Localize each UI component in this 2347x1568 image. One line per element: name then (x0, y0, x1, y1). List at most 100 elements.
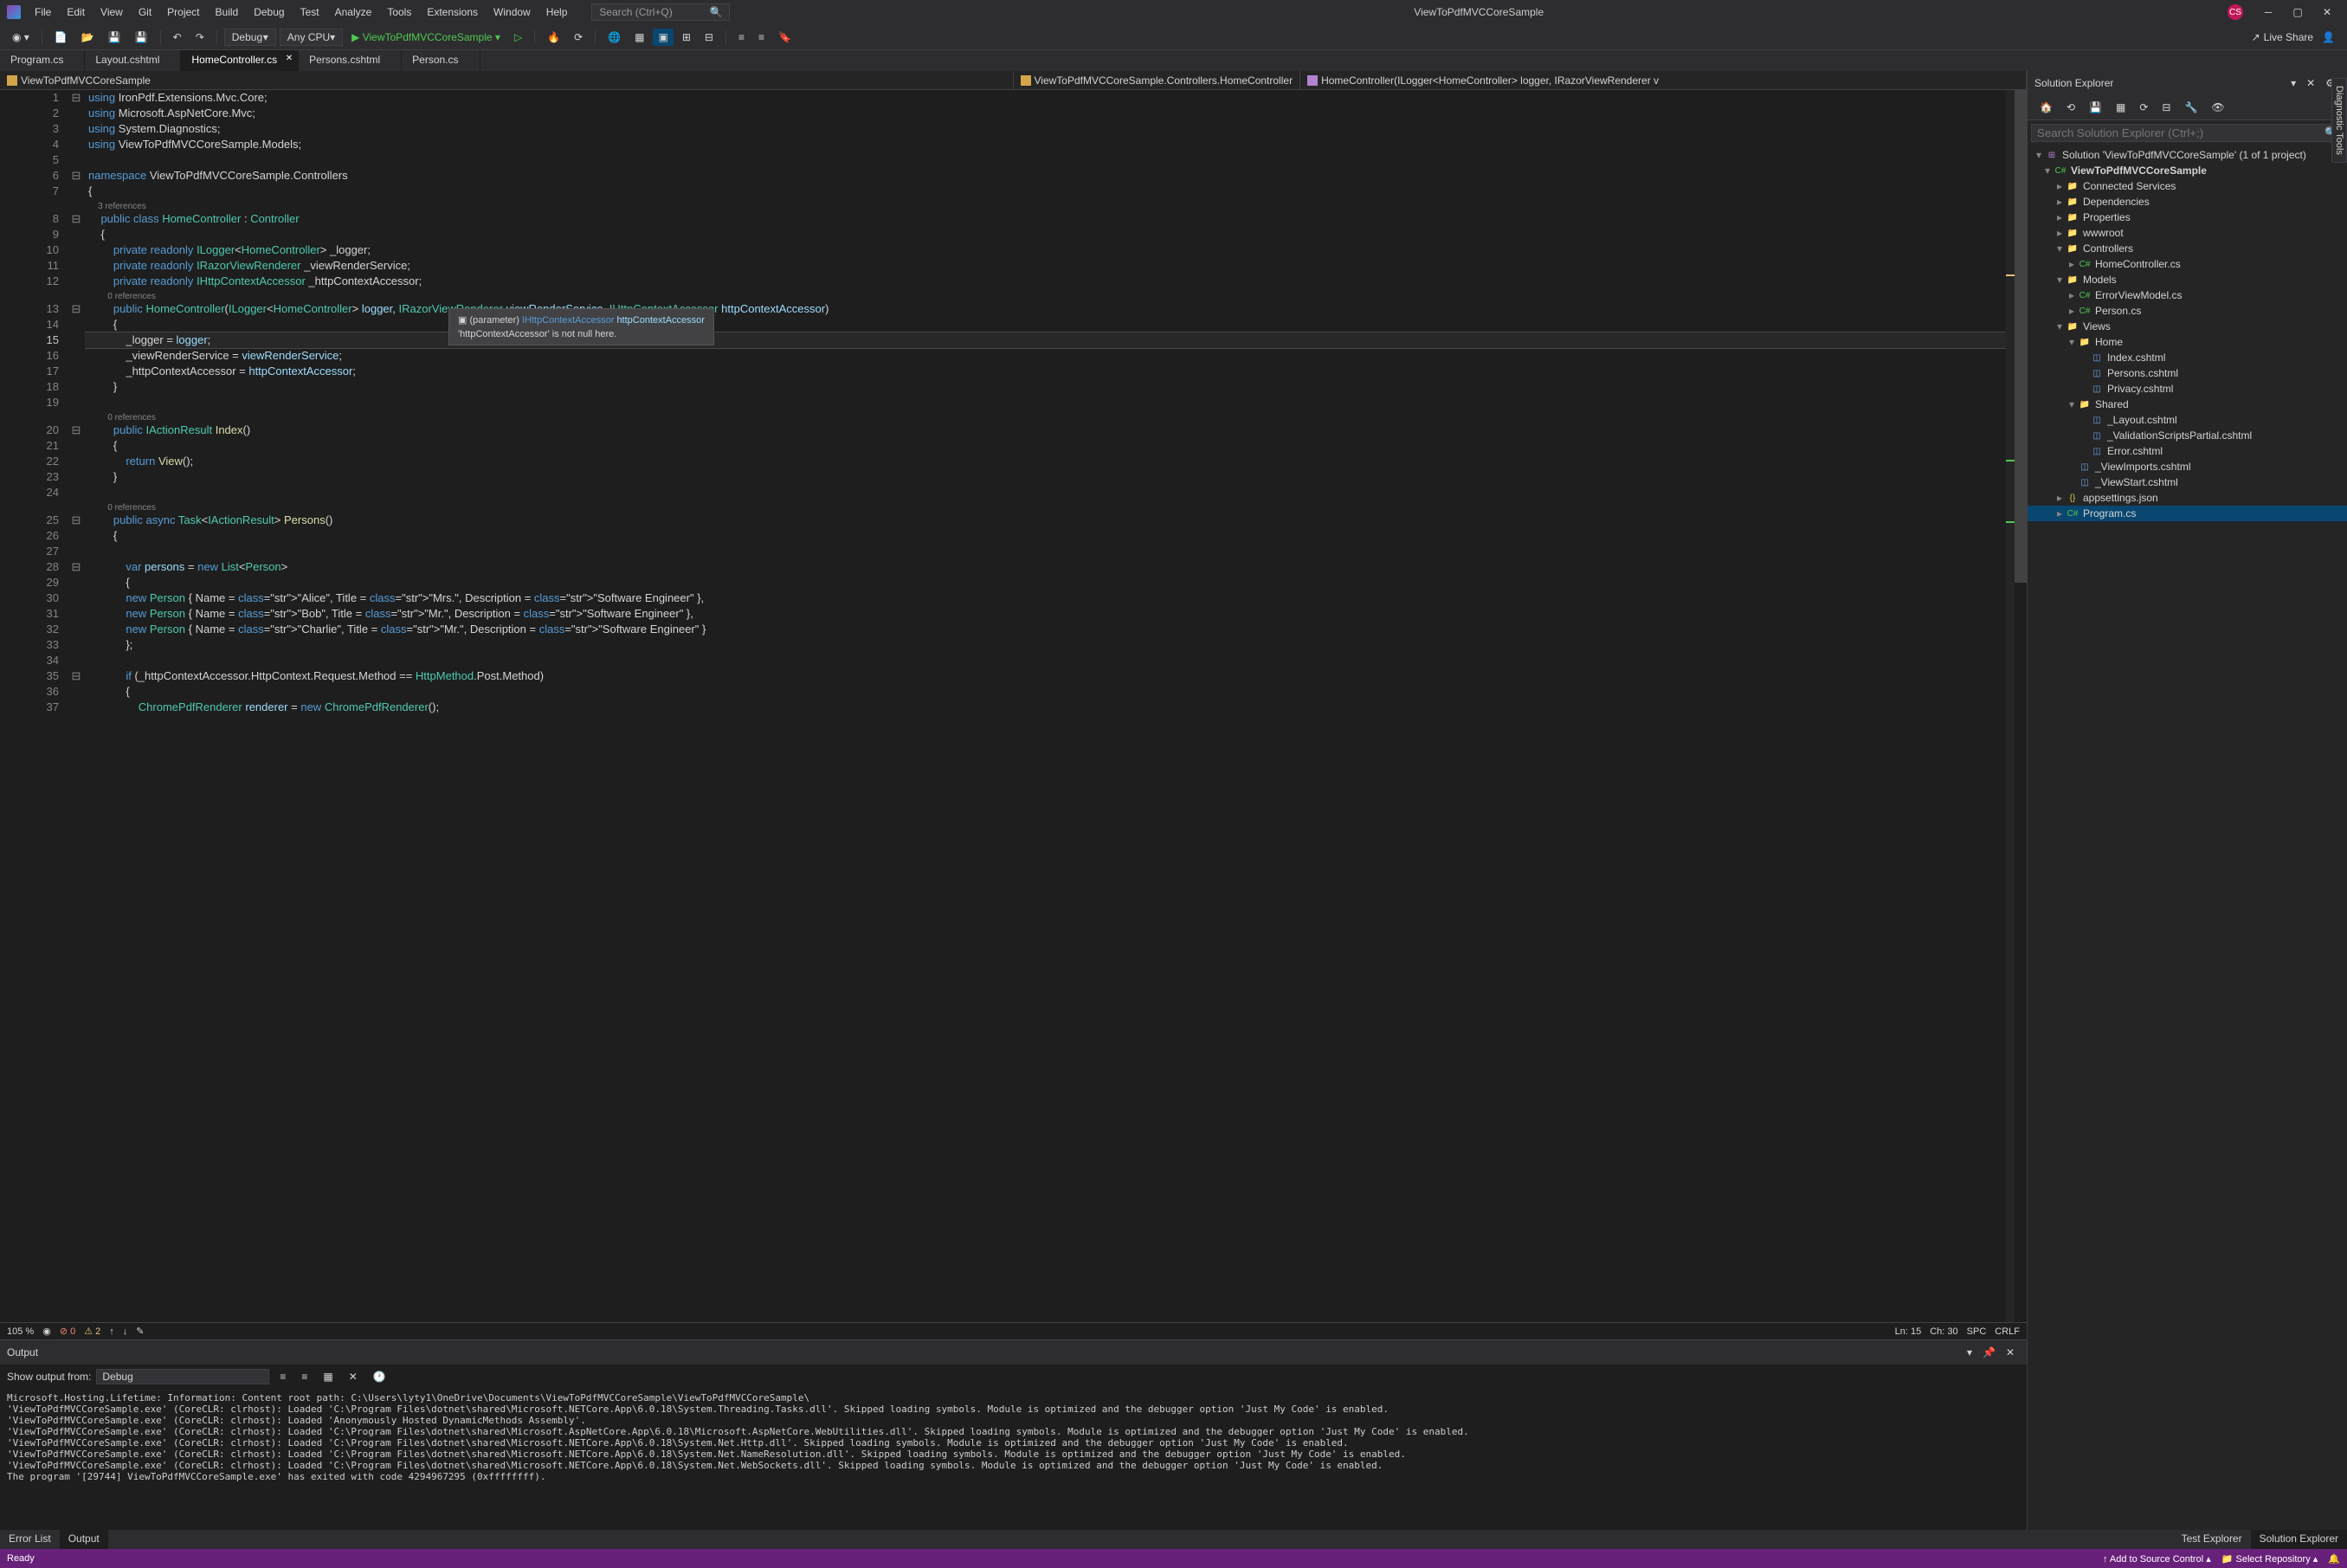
fold-toggle[interactable]: ⊟ (68, 301, 85, 317)
fold-toggle[interactable] (68, 485, 85, 500)
minimize-button[interactable]: ─ (2255, 6, 2281, 18)
menu-edit[interactable]: Edit (60, 3, 92, 22)
refresh-button[interactable]: ⟳ (569, 29, 588, 46)
output-pin-icon[interactable]: 📌 (1977, 1344, 2001, 1361)
fold-toggle[interactable] (68, 438, 85, 454)
fold-toggle[interactable] (68, 410, 85, 423)
code-line[interactable]: _httpContextAccessor = httpContextAccess… (85, 364, 2006, 379)
fold-toggle[interactable]: ⊟ (68, 423, 85, 438)
tree-item-index-cshtml[interactable]: ◫Index.cshtml (2028, 350, 2347, 365)
fold-toggle[interactable] (68, 227, 85, 242)
sync-icon[interactable]: ⟲ (2061, 99, 2080, 116)
fold-toggle[interactable]: ⊟ (68, 168, 85, 184)
solution-tree[interactable]: ▾⊞Solution 'ViewToPdfMVCCoreSample' (1 o… (2028, 145, 2347, 1530)
save-button[interactable]: 💾 (103, 29, 126, 46)
expand-icon[interactable]: ▸ (2054, 507, 2066, 519)
save-icon[interactable]: 💾 (2084, 99, 2107, 116)
fold-toggle[interactable] (68, 469, 85, 485)
close-button[interactable]: ✕ (2314, 6, 2340, 18)
feedback-button[interactable]: 👤 (2317, 29, 2340, 46)
tree-item-connected-services[interactable]: ▸📁Connected Services (2028, 178, 2347, 194)
fold-toggle[interactable] (68, 575, 85, 590)
home-icon[interactable]: 🏠 (2034, 99, 2058, 116)
fold-toggle[interactable] (68, 653, 85, 668)
fold-toggle[interactable] (68, 152, 85, 168)
expand-icon[interactable]: ▸ (2066, 289, 2078, 301)
nav-member[interactable]: HomeController(ILogger<HomeController> l… (1300, 71, 2027, 89)
fold-toggle[interactable] (68, 274, 85, 289)
code-line[interactable]: namespace ViewToPdfMVCCoreSample.Control… (85, 168, 2006, 184)
fold-toggle[interactable] (68, 622, 85, 637)
code-line[interactable]: } (85, 469, 2006, 485)
tab-person-cs[interactable]: Person.cs (402, 50, 480, 71)
fold-toggle[interactable]: ⊟ (68, 559, 85, 575)
code-line[interactable] (85, 152, 2006, 168)
bookmark-button[interactable]: 🔖 (773, 29, 796, 46)
tree-item-program-cs[interactable]: ▸C#Program.cs (2028, 506, 2347, 521)
tree-item-dependencies[interactable]: ▸📁Dependencies (2028, 194, 2347, 210)
fold-toggle[interactable] (68, 332, 85, 348)
expand-icon[interactable]: ▸ (2054, 211, 2066, 223)
code-line[interactable]: 0 references (85, 500, 2006, 513)
add-source-control-button[interactable]: ↑ Add to Source Control ▴ (2103, 1553, 2211, 1565)
preview-icon[interactable]: 👁 (2206, 99, 2229, 116)
fold-toggle[interactable] (68, 528, 85, 544)
css-button[interactable]: ▦ (629, 29, 649, 46)
config-dropdown[interactable]: Debug▾ (224, 29, 276, 46)
fold-toggle[interactable] (68, 700, 85, 715)
fold-toggle[interactable] (68, 348, 85, 364)
code-line[interactable]: public IActionResult Index() (85, 423, 2006, 438)
open-button[interactable]: 📂 (76, 29, 100, 46)
expand-icon[interactable]: ▾ (2054, 274, 2066, 286)
fold-toggle[interactable] (68, 364, 85, 379)
fold-toggle[interactable] (68, 184, 85, 199)
global-search[interactable]: Search (Ctrl+Q) 🔍 (591, 3, 730, 21)
fold-toggle[interactable] (68, 379, 85, 395)
tree-item-solution-viewtopdfmvccoresample-1-of-1-project-[interactable]: ▾⊞Solution 'ViewToPdfMVCCoreSample' (1 o… (2028, 147, 2347, 163)
output-timestamp-icon[interactable]: 🕐 (368, 1368, 391, 1385)
tree-item-home[interactable]: ▾📁Home (2028, 334, 2347, 350)
fold-toggle[interactable] (68, 317, 85, 332)
btab-error-list[interactable]: Error List (0, 1530, 60, 1549)
menu-extensions[interactable]: Extensions (420, 3, 485, 22)
tab-persons-cshtml[interactable]: Persons.cshtml (299, 50, 402, 71)
code-line[interactable] (85, 653, 2006, 668)
code-line[interactable]: var persons = new List<Person> (85, 559, 2006, 575)
menu-file[interactable]: File (28, 3, 58, 22)
output-clear-icon[interactable]: ✕ (344, 1368, 363, 1385)
comment-button[interactable]: ≡ (733, 29, 750, 46)
nav-class[interactable]: ViewToPdfMVCCoreSample.Controllers.HomeC… (1014, 71, 1301, 89)
tree-item-views[interactable]: ▾📁Views (2028, 319, 2347, 334)
tree-item-persons-cshtml[interactable]: ◫Persons.cshtml (2028, 365, 2347, 381)
hot-reload-button[interactable]: 🔥 (542, 29, 565, 46)
expand-icon[interactable]: ▸ (2054, 492, 2066, 504)
tree-item-appsettings-json[interactable]: ▸{}appsettings.json (2028, 490, 2347, 506)
layout-button[interactable]: ⊞ (677, 29, 696, 46)
output-source-dropdown[interactable]: Debug (96, 1369, 269, 1384)
code-line[interactable]: { (85, 227, 2006, 242)
tab-homecontroller-cs[interactable]: HomeController.cs✕ (181, 50, 299, 71)
fold-toggle[interactable] (68, 258, 85, 274)
output-text[interactable]: Microsoft.Hosting.Lifetime: Information:… (0, 1389, 2027, 1530)
code-editor[interactable]: 1234567891011121314151617181920212223242… (0, 90, 2027, 1322)
solution-search-input[interactable] (2037, 126, 2324, 139)
expand-icon[interactable]: ▾ (2033, 149, 2045, 161)
code-line[interactable]: if (_httpContextAccessor.HttpContext.Req… (85, 668, 2006, 684)
stack-button[interactable]: ⊟ (700, 29, 719, 46)
error-count-icon[interactable]: ⊘ 0 (60, 1326, 75, 1337)
code-line[interactable] (85, 544, 2006, 559)
fold-toggle[interactable]: ⊟ (68, 513, 85, 528)
run-button[interactable]: ▶ ViewToPdfMVCCoreSample ▾ (346, 29, 506, 46)
nav-down-button[interactable]: ↓ (123, 1326, 128, 1337)
code-line[interactable]: public HomeController(ILogger<HomeContro… (85, 301, 2006, 317)
tree-item-errorviewmodel-cs[interactable]: ▸C#ErrorViewModel.cs (2028, 287, 2347, 303)
solution-dropdown-icon[interactable]: ▾ (2286, 74, 2301, 92)
expand-icon[interactable]: ▸ (2054, 196, 2066, 208)
tree-item-error-cshtml[interactable]: ◫Error.cshtml (2028, 443, 2347, 459)
tree-item-properties[interactable]: ▸📁Properties (2028, 210, 2347, 225)
redo-button[interactable]: ↷ (190, 29, 210, 46)
menu-window[interactable]: Window (487, 3, 538, 22)
menu-tools[interactable]: Tools (380, 3, 418, 22)
expand-icon[interactable]: ▾ (2041, 165, 2054, 177)
tab-program-cs[interactable]: Program.cs (0, 50, 85, 71)
